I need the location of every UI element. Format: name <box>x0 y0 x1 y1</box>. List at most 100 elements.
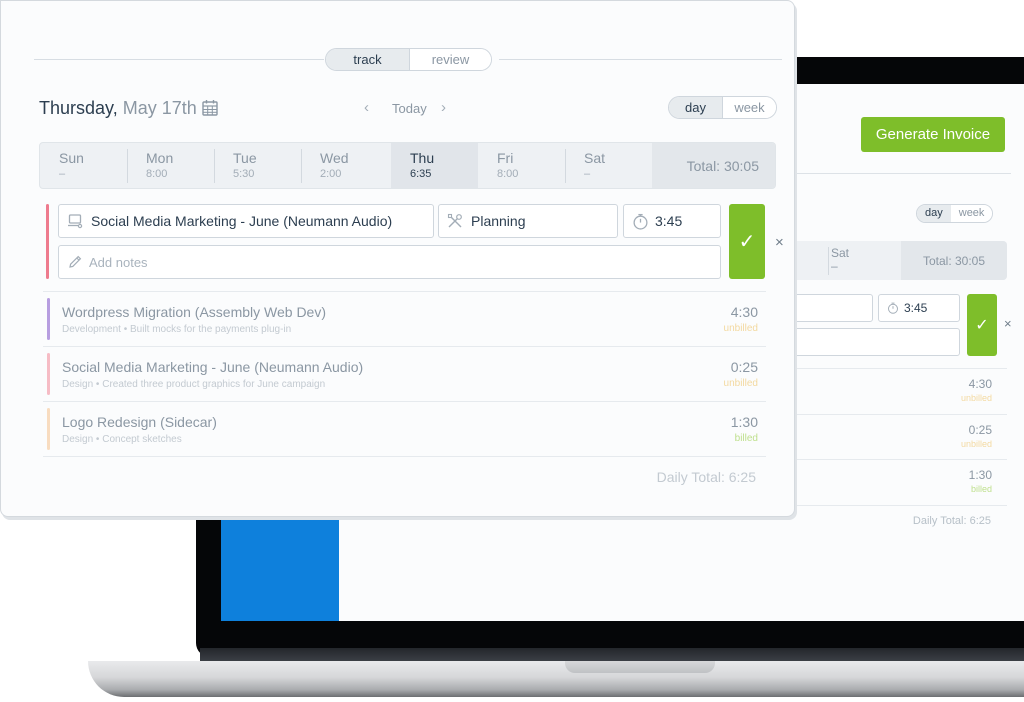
entry-time: 0:25 <box>730 359 758 375</box>
tools-icon <box>447 213 462 228</box>
bg-entry-row[interactable]: 1:30 billed <box>781 459 1007 505</box>
app-sidebar <box>221 514 339 621</box>
date: May 17th <box>122 98 197 118</box>
bg-save-button[interactable]: ✓ <box>967 294 997 356</box>
week-view-option[interactable]: week <box>722 97 776 118</box>
entry-project: Wordpress Migration (Assembly Web Dev) <box>62 304 327 320</box>
day-tue[interactable]: Tue 5:30 <box>214 143 301 188</box>
day-hours: 6:35 <box>410 168 432 180</box>
calendar-icon[interactable] <box>202 99 218 116</box>
task-select[interactable]: Planning <box>438 204 618 238</box>
next-day-button[interactable]: › <box>441 99 446 116</box>
day-hours: – <box>831 259 838 273</box>
entry-time: 1:30 <box>968 468 992 482</box>
entry-time: 0:25 <box>968 423 992 437</box>
save-entry-button[interactable]: ✓ <box>729 204 765 279</box>
entry-time: 4:30 <box>968 377 992 391</box>
entry-status: billed <box>734 433 758 444</box>
day-thu[interactable]: Thu 6:35 <box>391 143 478 188</box>
bg-notes-field[interactable] <box>781 328 960 356</box>
entry-meta: Development • Built mocks for the paymen… <box>62 324 291 335</box>
day-hours: – <box>59 168 66 180</box>
list-item[interactable]: Logo Redesign (Sidecar) Design • Concept… <box>43 401 766 456</box>
entry-meta: Design • Created three product graphics … <box>62 379 325 390</box>
day-mon[interactable]: Mon 8:00 <box>127 143 214 188</box>
entry-task: Design <box>62 434 94 445</box>
entry-notes: Concept sketches <box>102 434 182 445</box>
divider <box>43 456 766 457</box>
entry-time: 4:30 <box>730 304 758 320</box>
entry-time: 1:30 <box>730 414 758 430</box>
tab-review[interactable]: review <box>409 49 491 70</box>
list-item[interactable]: Social Media Marketing - June (Neumann A… <box>43 346 766 401</box>
stage: Generate Invoice day week Sat – Total: 3… <box>0 0 1024 702</box>
entry-status: unbilled <box>960 393 992 403</box>
entry-status: unbilled <box>723 378 758 389</box>
separator-dot: • <box>95 434 100 445</box>
day-name: Thu <box>410 150 435 166</box>
day-sun[interactable]: Sun – <box>40 143 127 188</box>
list-item[interactable]: Wordpress Migration (Assembly Web Dev) D… <box>43 291 766 346</box>
divider <box>34 59 324 60</box>
entry-task: Design <box>62 379 94 390</box>
project-color-bar <box>46 204 49 279</box>
separator-dot: • <box>95 379 100 390</box>
day-view-option[interactable]: day <box>669 97 722 118</box>
project-color-bar <box>47 298 50 340</box>
daily-total: Daily Total: 6:25 <box>656 469 756 485</box>
laptop-hinge <box>200 648 1024 661</box>
divider <box>565 149 566 183</box>
bg-day-sat[interactable]: Sat – <box>831 247 849 273</box>
bg-timer-field[interactable]: 3:45 <box>878 294 960 322</box>
generate-invoice-button[interactable]: Generate Invoice <box>861 117 1005 152</box>
divider <box>301 149 302 183</box>
timer-value: 3:45 <box>655 213 683 229</box>
week-strip: Sun – Mon 8:00 Tue 5:30 Wed 2:00 Thu 6:3… <box>39 142 776 189</box>
tab-track[interactable]: track <box>326 49 409 70</box>
timer-field[interactable]: 3:45 <box>623 204 721 238</box>
day-hours: 2:00 <box>320 168 342 180</box>
project-icon <box>68 214 83 229</box>
divider <box>214 149 215 183</box>
week-total: Total: 30:05 <box>652 143 775 188</box>
day-hours: 8:00 <box>146 168 168 180</box>
day-name: Sun <box>59 150 84 166</box>
entry-status: unbilled <box>960 439 992 449</box>
notes-field[interactable] <box>58 245 721 279</box>
laptop-notch <box>565 661 715 673</box>
bg-week-option[interactable]: week <box>950 205 993 222</box>
notes-input[interactable] <box>89 254 689 270</box>
close-icon[interactable]: × <box>775 234 784 251</box>
day-fri[interactable]: Fri 8:00 <box>478 143 565 188</box>
separator-dot: • <box>123 324 128 335</box>
entries-list: Wordpress Migration (Assembly Web Dev) D… <box>43 291 766 457</box>
divider <box>781 505 1007 506</box>
entry-project: Social Media Marketing - June (Neumann A… <box>62 359 364 375</box>
entry-project: Logo Redesign (Sidecar) <box>62 414 217 430</box>
weekday: Thursday, <box>39 98 118 118</box>
today-button[interactable]: Today <box>392 101 427 116</box>
divider <box>781 173 1011 174</box>
day-name: Sat <box>584 150 606 166</box>
bg-day-option[interactable]: day <box>917 205 951 222</box>
check-icon: ✓ <box>738 231 756 253</box>
bg-daily-total: Daily Total: 6:25 <box>912 515 991 527</box>
bg-entry-row[interactable]: 0:25 unbilled <box>781 414 1007 459</box>
day-wed[interactable]: Wed 2:00 <box>301 143 391 188</box>
prev-day-button[interactable]: ‹ <box>364 99 369 116</box>
day-sat[interactable]: Sat – <box>565 143 652 188</box>
stopwatch-icon <box>633 213 648 230</box>
bg-close-icon[interactable]: × <box>1004 316 1012 331</box>
pencil-icon <box>69 255 82 268</box>
project-color-bar <box>47 408 50 450</box>
entry-notes: Created three product graphics for June … <box>102 379 326 390</box>
laptop-base <box>88 661 1024 697</box>
entry-meta: Design • Concept sketches <box>62 434 182 445</box>
entry-notes: Built mocks for the payments plug-in <box>130 324 292 335</box>
timesheet-card: track review Thursday, May 17th ‹ Today … <box>0 0 795 517</box>
stopwatch-icon <box>888 302 898 314</box>
bg-entry-row[interactable]: 4:30 unbilled <box>781 368 1007 414</box>
project-select[interactable]: Social Media Marketing - June (Neumann A… <box>58 204 434 238</box>
project-color-bar <box>47 353 50 395</box>
divider <box>127 149 128 183</box>
